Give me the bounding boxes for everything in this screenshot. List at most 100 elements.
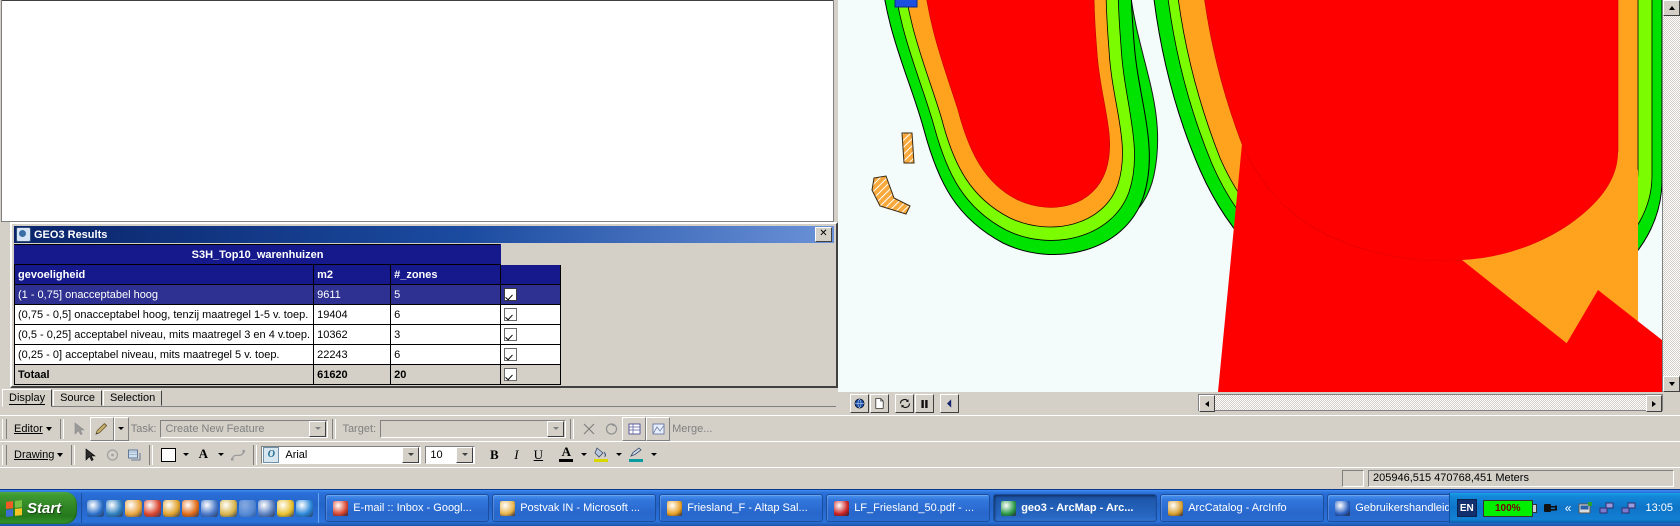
sketch-tool-dropdown[interactable] [113,416,129,441]
map-horizontal-scrollbar[interactable] [1198,394,1663,412]
chevron-down-icon[interactable] [309,420,327,437]
ie-icon[interactable] [296,499,314,517]
drawing-menu-button[interactable]: Drawing [10,445,67,465]
toolbar-grip[interactable] [2,444,7,465]
globe-icon[interactable] [850,394,869,413]
table-row[interactable]: (0,5 - 0,25] acceptabel niveau, mits maa… [13,324,562,345]
firefox-icon[interactable] [182,499,200,517]
back-icon[interactable] [940,394,959,413]
text-tool-button[interactable]: A [192,443,215,466]
shield-icon[interactable] [125,499,143,517]
sketch-properties-button[interactable] [646,416,671,441]
map-vertical-scrollbar[interactable] [1662,0,1680,392]
editor-menu-button[interactable]: Editor [10,419,56,439]
toc-tab-selection[interactable]: Selection [102,390,163,406]
scroll-left-button[interactable] [1199,395,1215,412]
attributes-button[interactable] [622,416,647,441]
target-combobox[interactable] [380,419,567,438]
start-button[interactable]: Start [0,492,78,524]
scroll-right-button[interactable] [1646,395,1662,412]
clock[interactable]: 13:05 [1643,502,1673,514]
network-icon[interactable] [258,499,276,517]
fill-bucket-dropdown[interactable] [612,443,626,466]
table-row[interactable]: (1 - 0,75] onacceptabel hoog 9611 5 [13,284,562,305]
cell-checkbox[interactable] [500,324,562,345]
taskbar-button[interactable]: E-mail :: Inbox - Googl... [325,494,490,522]
rotate-tool-button[interactable] [600,417,623,440]
altap-icon[interactable] [163,499,181,517]
cell-checkbox[interactable] [500,304,562,325]
close-icon[interactable]: ✕ [815,227,832,242]
text-tool-dropdown[interactable] [214,443,228,466]
dim-icon[interactable] [239,499,257,517]
network-icon[interactable] [1621,500,1637,516]
battery-meter[interactable]: 100% [1482,499,1537,517]
font-color-dropdown[interactable] [577,443,591,466]
table-row[interactable]: (0,75 - 0,5] onacceptabel hoog, tenzij m… [13,304,562,325]
language-indicator[interactable]: EN [1456,499,1477,517]
toc-tab-display[interactable]: Display [2,389,53,407]
folder-icon[interactable] [220,499,238,517]
column-header-0[interactable]: gevoeligheid [13,264,315,285]
taskbar-button[interactable]: LF_Friesland_50.pdf - ... [826,494,991,522]
chrome-icon[interactable] [144,499,162,517]
edit-tool-button[interactable] [67,417,90,440]
sketch-tool-button[interactable] [89,416,114,441]
sync-icon[interactable] [106,499,124,517]
geo3-titlebar[interactable]: GEO3 Results ✕ [14,226,834,243]
rotate-element-button[interactable] [101,443,124,466]
row-checkbox[interactable] [504,348,518,361]
taskbar-button[interactable]: geo3 - ArcMap - Arc... [993,494,1158,522]
taskbar-button[interactable]: Friesland_F - Altap Sal... [659,494,824,522]
merge-label[interactable]: Merge... [672,423,712,435]
cell-checkbox[interactable] [500,344,562,365]
power-plug-icon[interactable] [1543,500,1559,516]
table-of-contents[interactable] [1,0,834,222]
column-header-3[interactable] [500,264,562,285]
fill-bucket-button[interactable] [590,443,613,466]
refresh-icon[interactable] [895,394,914,413]
taskbar-button[interactable]: ArcCatalog - ArcInfo [1160,494,1325,522]
scroll-up-button[interactable] [1663,0,1680,16]
chevron-down-icon[interactable] [402,446,420,463]
safely-remove-icon[interactable] [1577,500,1593,516]
toc-tab-source[interactable]: Source [53,390,102,406]
bold-button[interactable]: B [483,443,506,466]
chevron-down-icon[interactable] [456,446,474,463]
fill-color-button[interactable] [157,443,180,466]
desktop-icon[interactable] [87,499,105,517]
scrollbar-track[interactable] [1663,16,1680,376]
chevron-down-icon[interactable] [547,420,565,437]
new-graphic-button[interactable] [123,443,146,466]
scroll-down-button[interactable] [1663,376,1680,392]
select-elements-button[interactable] [79,443,102,466]
box-icon[interactable] [201,499,219,517]
smiley-icon[interactable] [277,499,295,517]
column-header-2[interactable]: #_zones [390,264,502,285]
taskbar-button[interactable]: Postvak IN - Microsoft ... [492,494,657,522]
font-color-button[interactable]: A [555,443,578,466]
cell-checkbox[interactable] [500,284,562,305]
row-checkbox[interactable] [504,368,518,381]
row-checkbox[interactable] [504,288,518,301]
toolbar-grip[interactable] [2,418,7,439]
edit-vertices-button[interactable] [227,443,250,466]
map-canvas[interactable] [838,0,1663,392]
italic-button[interactable]: I [505,443,528,466]
font-family-combobox[interactable]: O Arial [261,445,422,464]
page-icon[interactable] [870,394,889,413]
font-size-combobox[interactable]: 10 [425,445,476,464]
table-row[interactable]: (0,25 - 0] acceptabel niveau, mits maatr… [13,344,562,365]
total-checkbox[interactable] [500,364,562,385]
column-header-1[interactable]: m2 [313,264,392,285]
show-hidden-icons-button[interactable]: « [1565,501,1572,515]
line-color-dropdown[interactable] [647,443,661,466]
network-icon[interactable] [1599,500,1615,516]
row-checkbox[interactable] [504,308,518,321]
task-combobox[interactable]: Create New Feature [160,419,329,438]
scrollbar-track[interactable] [1215,395,1646,410]
line-color-button[interactable] [625,443,648,466]
pause-icon[interactable] [915,394,934,413]
split-tool-button[interactable] [578,417,601,440]
fill-color-dropdown[interactable] [179,443,193,466]
